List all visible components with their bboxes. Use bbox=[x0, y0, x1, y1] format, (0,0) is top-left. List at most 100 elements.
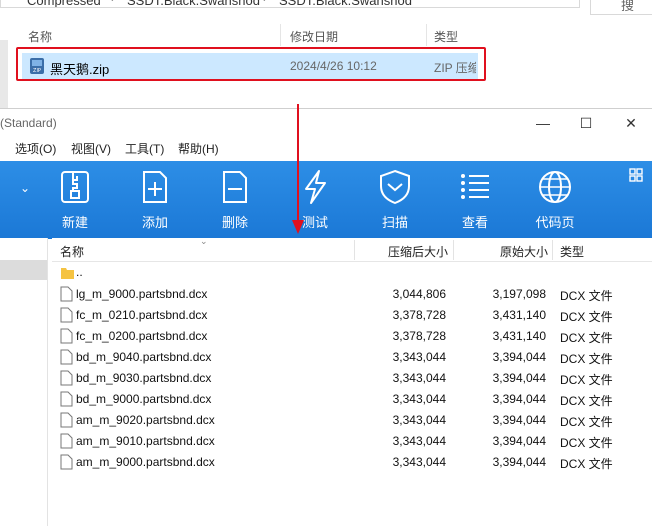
file-name: bd_m_9030.partsbnd.dcx bbox=[76, 371, 212, 385]
file-icon bbox=[60, 412, 73, 428]
file-type: DCX 文件 bbox=[560, 331, 613, 345]
table-row[interactable]: am_m_9020.partsbnd.dcx 3,343,044 3,394,0… bbox=[52, 410, 652, 431]
column-type[interactable]: 类型 bbox=[434, 28, 458, 45]
file-name: fc_m_0200.partsbnd.dcx bbox=[76, 329, 208, 343]
header-name[interactable]: 名称 bbox=[60, 243, 84, 260]
packed-size: 3,343,044 bbox=[392, 413, 446, 427]
folder-icon bbox=[61, 268, 74, 279]
column-divider[interactable] bbox=[426, 24, 427, 46]
file-type: DCX 文件 bbox=[560, 394, 613, 408]
toolbar: ⌄ 新建 添加 删除 测试 扫描 查看 代码页 bbox=[0, 161, 652, 239]
new-archive-icon bbox=[61, 171, 89, 203]
file-icon bbox=[60, 454, 73, 470]
parent-directory-row[interactable]: .. bbox=[52, 262, 652, 283]
search-input[interactable]: 搜 bbox=[590, 0, 652, 15]
red-arrow-annotation bbox=[292, 104, 304, 234]
menu-help[interactable]: 帮助(H) bbox=[178, 140, 219, 157]
view-label: 查看 bbox=[461, 215, 488, 230]
file-name: am_m_9010.partsbnd.dcx bbox=[76, 434, 215, 448]
original-size: 3,394,044 bbox=[492, 350, 546, 364]
file-list-header: ⌄ 名称 压缩后大小 原始大小 类型 bbox=[52, 236, 652, 262]
column-name[interactable]: 名称 bbox=[28, 28, 52, 45]
table-row[interactable]: bd_m_9000.partsbnd.dcx 3,343,044 3,394,0… bbox=[52, 389, 652, 410]
packed-size: 3,343,044 bbox=[392, 371, 446, 385]
packed-size: 3,343,044 bbox=[392, 455, 446, 469]
codepage-button[interactable]: 代码页 bbox=[525, 169, 585, 235]
original-size: 3,394,044 bbox=[492, 392, 546, 406]
menu-view[interactable]: 视图(V) bbox=[71, 140, 111, 157]
table-row[interactable]: bd_m_9030.partsbnd.dcx 3,343,044 3,394,0… bbox=[52, 368, 652, 389]
column-divider[interactable] bbox=[354, 240, 355, 260]
file-name: am_m_9000.partsbnd.dcx bbox=[76, 455, 215, 469]
table-row[interactable]: bd_m_9040.partsbnd.dcx 3,343,044 3,394,0… bbox=[52, 347, 652, 368]
parent-directory-label: .. bbox=[76, 265, 83, 279]
table-row[interactable]: fc_m_0200.partsbnd.dcx 3,378,728 3,431,1… bbox=[52, 326, 652, 347]
breadcrumb-item[interactable]: Compressed bbox=[27, 0, 101, 7]
packed-size: 3,378,728 bbox=[392, 308, 446, 322]
table-row[interactable]: fc_m_0210.partsbnd.dcx 3,378,728 3,431,1… bbox=[52, 305, 652, 326]
file-name: bd_m_9000.partsbnd.dcx bbox=[76, 392, 212, 406]
chevron-down-icon[interactable]: ⌄ bbox=[20, 181, 30, 195]
original-size: 3,394,044 bbox=[492, 413, 546, 427]
packed-size: 3,343,044 bbox=[392, 392, 446, 406]
packed-size: 3,044,806 bbox=[392, 287, 446, 301]
original-size: 3,431,140 bbox=[492, 308, 546, 322]
file-icon bbox=[60, 328, 73, 344]
breadcrumb-item[interactable]: SSDT.Black.Swanshod bbox=[127, 0, 260, 7]
maximize-icon[interactable]: ☐ bbox=[575, 113, 597, 133]
file-list: .. lg_m_9000.partsbnd.dcx 3,044,806 3,19… bbox=[52, 262, 652, 525]
scan-label: 扫描 bbox=[381, 215, 408, 230]
view-list-icon bbox=[461, 174, 489, 199]
grid-menu-icon[interactable] bbox=[628, 167, 644, 183]
breadcrumb[interactable]: Compressed › SSDT.Black.Swanshod › SSDT.… bbox=[0, 0, 580, 8]
file-icon bbox=[60, 307, 73, 323]
breadcrumb-item[interactable]: SSDT.Black.Swanshod bbox=[279, 0, 412, 7]
menu-options[interactable]: 选项(O) bbox=[15, 140, 56, 157]
file-type: DCX 文件 bbox=[560, 289, 613, 303]
table-row[interactable]: lg_m_9000.partsbnd.dcx 3,044,806 3,197,0… bbox=[52, 284, 652, 305]
menu-tools[interactable]: 工具(T) bbox=[125, 140, 164, 157]
navigation-pane-edge bbox=[0, 40, 8, 108]
file-type: DCX 文件 bbox=[560, 310, 613, 324]
add-label: 添加 bbox=[141, 215, 168, 230]
breadcrumb-chevron-icon: › bbox=[263, 0, 267, 5]
column-date[interactable]: 修改日期 bbox=[290, 28, 338, 45]
header-type[interactable]: 类型 bbox=[560, 243, 584, 260]
original-size: 3,394,044 bbox=[492, 371, 546, 385]
original-size: 3,197,098 bbox=[492, 287, 546, 301]
original-size: 3,394,044 bbox=[492, 434, 546, 448]
original-size: 3,394,044 bbox=[492, 455, 546, 469]
new-button[interactable]: 新建 bbox=[45, 169, 105, 235]
folder-tree-panel[interactable] bbox=[0, 238, 48, 526]
new-label: 新建 bbox=[61, 215, 88, 230]
column-divider[interactable] bbox=[552, 240, 553, 260]
packed-size: 3,378,728 bbox=[392, 329, 446, 343]
header-packed-size[interactable]: 压缩后大小 bbox=[388, 243, 448, 260]
file-name: am_m_9020.partsbnd.dcx bbox=[76, 413, 215, 427]
file-name: fc_m_0210.partsbnd.dcx bbox=[76, 308, 208, 322]
file-name: lg_m_9000.partsbnd.dcx bbox=[76, 287, 208, 301]
file-type: DCX 文件 bbox=[560, 352, 613, 366]
codepage-label: 代码页 bbox=[535, 215, 575, 230]
file-type: DCX 文件 bbox=[560, 457, 613, 471]
scan-button[interactable]: 扫描 bbox=[365, 169, 425, 235]
packed-size: 3,343,044 bbox=[392, 434, 446, 448]
column-divider[interactable] bbox=[453, 240, 454, 260]
column-divider[interactable] bbox=[280, 24, 281, 46]
add-button[interactable]: 添加 bbox=[125, 169, 185, 235]
minimize-icon[interactable]: — bbox=[532, 113, 554, 133]
sort-chevron-icon: ⌄ bbox=[200, 236, 208, 246]
header-original-size[interactable]: 原始大小 bbox=[500, 243, 548, 260]
file-type: DCX 文件 bbox=[560, 373, 613, 387]
delete-label: 删除 bbox=[221, 215, 248, 230]
table-row[interactable]: am_m_9000.partsbnd.dcx 3,343,044 3,394,0… bbox=[52, 452, 652, 473]
file-icon bbox=[60, 370, 73, 386]
view-button[interactable]: 查看 bbox=[445, 169, 505, 235]
delete-button[interactable]: 删除 bbox=[205, 169, 265, 235]
table-row[interactable]: am_m_9010.partsbnd.dcx 3,343,044 3,394,0… bbox=[52, 431, 652, 452]
explorer-window: Compressed › SSDT.Black.Swanshod › SSDT.… bbox=[0, 0, 652, 108]
close-icon[interactable]: ✕ bbox=[620, 113, 642, 133]
folder-tree-selected-item[interactable] bbox=[0, 260, 47, 280]
original-size: 3,431,140 bbox=[492, 329, 546, 343]
scan-shield-icon bbox=[380, 169, 410, 205]
